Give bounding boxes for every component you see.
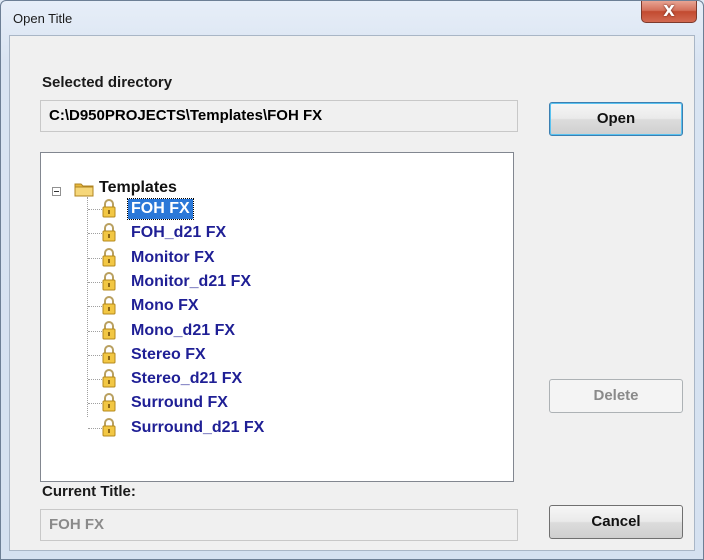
tree-item[interactable]: Monitor FX [41,246,481,270]
window-title: Open Title [13,11,73,26]
tree-item-label: Surround_d21 FX [131,418,265,436]
open-title-dialog: Open Title X Selected directory C:\D950P… [0,0,704,560]
lock-icon [102,271,116,291]
dialog-body: Selected directory C:\D950PROJECTS\Templ… [9,35,695,551]
tree-connector [88,354,102,356]
tree-item-label: Monitor_d21 FX [131,272,252,290]
tree-connector [88,427,102,429]
current-title-label: Current Title: [42,483,136,500]
close-icon: X [663,2,675,20]
tree-item-label: Mono FX [131,297,199,315]
tree-item-label: Monitor FX [131,248,215,266]
tree-connector [88,281,102,283]
tree-root-templates[interactable]: Templates [99,179,177,197]
tree-item[interactable]: Surround FX [41,391,481,415]
template-tree[interactable]: Templates FOH FX FOH_d21 FX Monitor FX Moni… [40,152,514,482]
lock-icon [102,247,116,267]
current-title-field: FOH FX [40,509,518,541]
open-button[interactable]: Open [549,102,683,136]
tree-connector [88,257,102,259]
tree-item-label: Surround FX [131,394,228,412]
tree-item[interactable]: Stereo FX [41,343,481,367]
tree-item[interactable]: FOH_d21 FX [41,221,481,245]
tree-item-label: Stereo_d21 FX [131,370,243,388]
tree-item[interactable]: Mono_d21 FX [41,319,481,343]
tree-item[interactable]: Mono FX [41,294,481,318]
delete-button[interactable]: Delete [549,379,683,413]
lock-icon [102,393,116,412]
lock-icon [102,223,116,242]
tree-connector [88,403,102,405]
lock-icon [102,344,116,364]
lock-icon [102,320,116,339]
selected-directory-label: Selected directory [42,74,173,91]
lock-icon [102,199,116,218]
tree-item[interactable]: Stereo_d21 FX [41,367,481,391]
folder-icon [74,183,94,197]
tree-item[interactable]: FOH FX [41,197,481,221]
cancel-button[interactable]: Cancel [549,505,683,539]
lock-icon [102,369,116,388]
tree-connector [88,209,102,210]
tree-item-label: FOH FX [127,198,194,220]
close-button[interactable]: X [641,1,697,23]
title-bar[interactable]: Open Title X [1,1,703,35]
tree-connector [88,379,102,381]
lock-icon [102,417,116,437]
tree-connector [88,330,102,332]
tree-connector [88,233,102,235]
tree-item-label: FOH_d21 FX [131,224,227,242]
tree-item[interactable]: Surround_d21 FX [41,416,481,440]
collapse-icon[interactable] [52,187,61,196]
tree-item-label: Mono_d21 FX [131,321,236,339]
lock-icon [102,296,116,315]
tree-item[interactable]: Monitor_d21 FX [41,270,481,294]
selected-directory-field: C:\D950PROJECTS\Templates\FOH FX [40,100,518,132]
tree-item-label: Stereo FX [131,345,206,363]
tree-connector [88,306,102,308]
